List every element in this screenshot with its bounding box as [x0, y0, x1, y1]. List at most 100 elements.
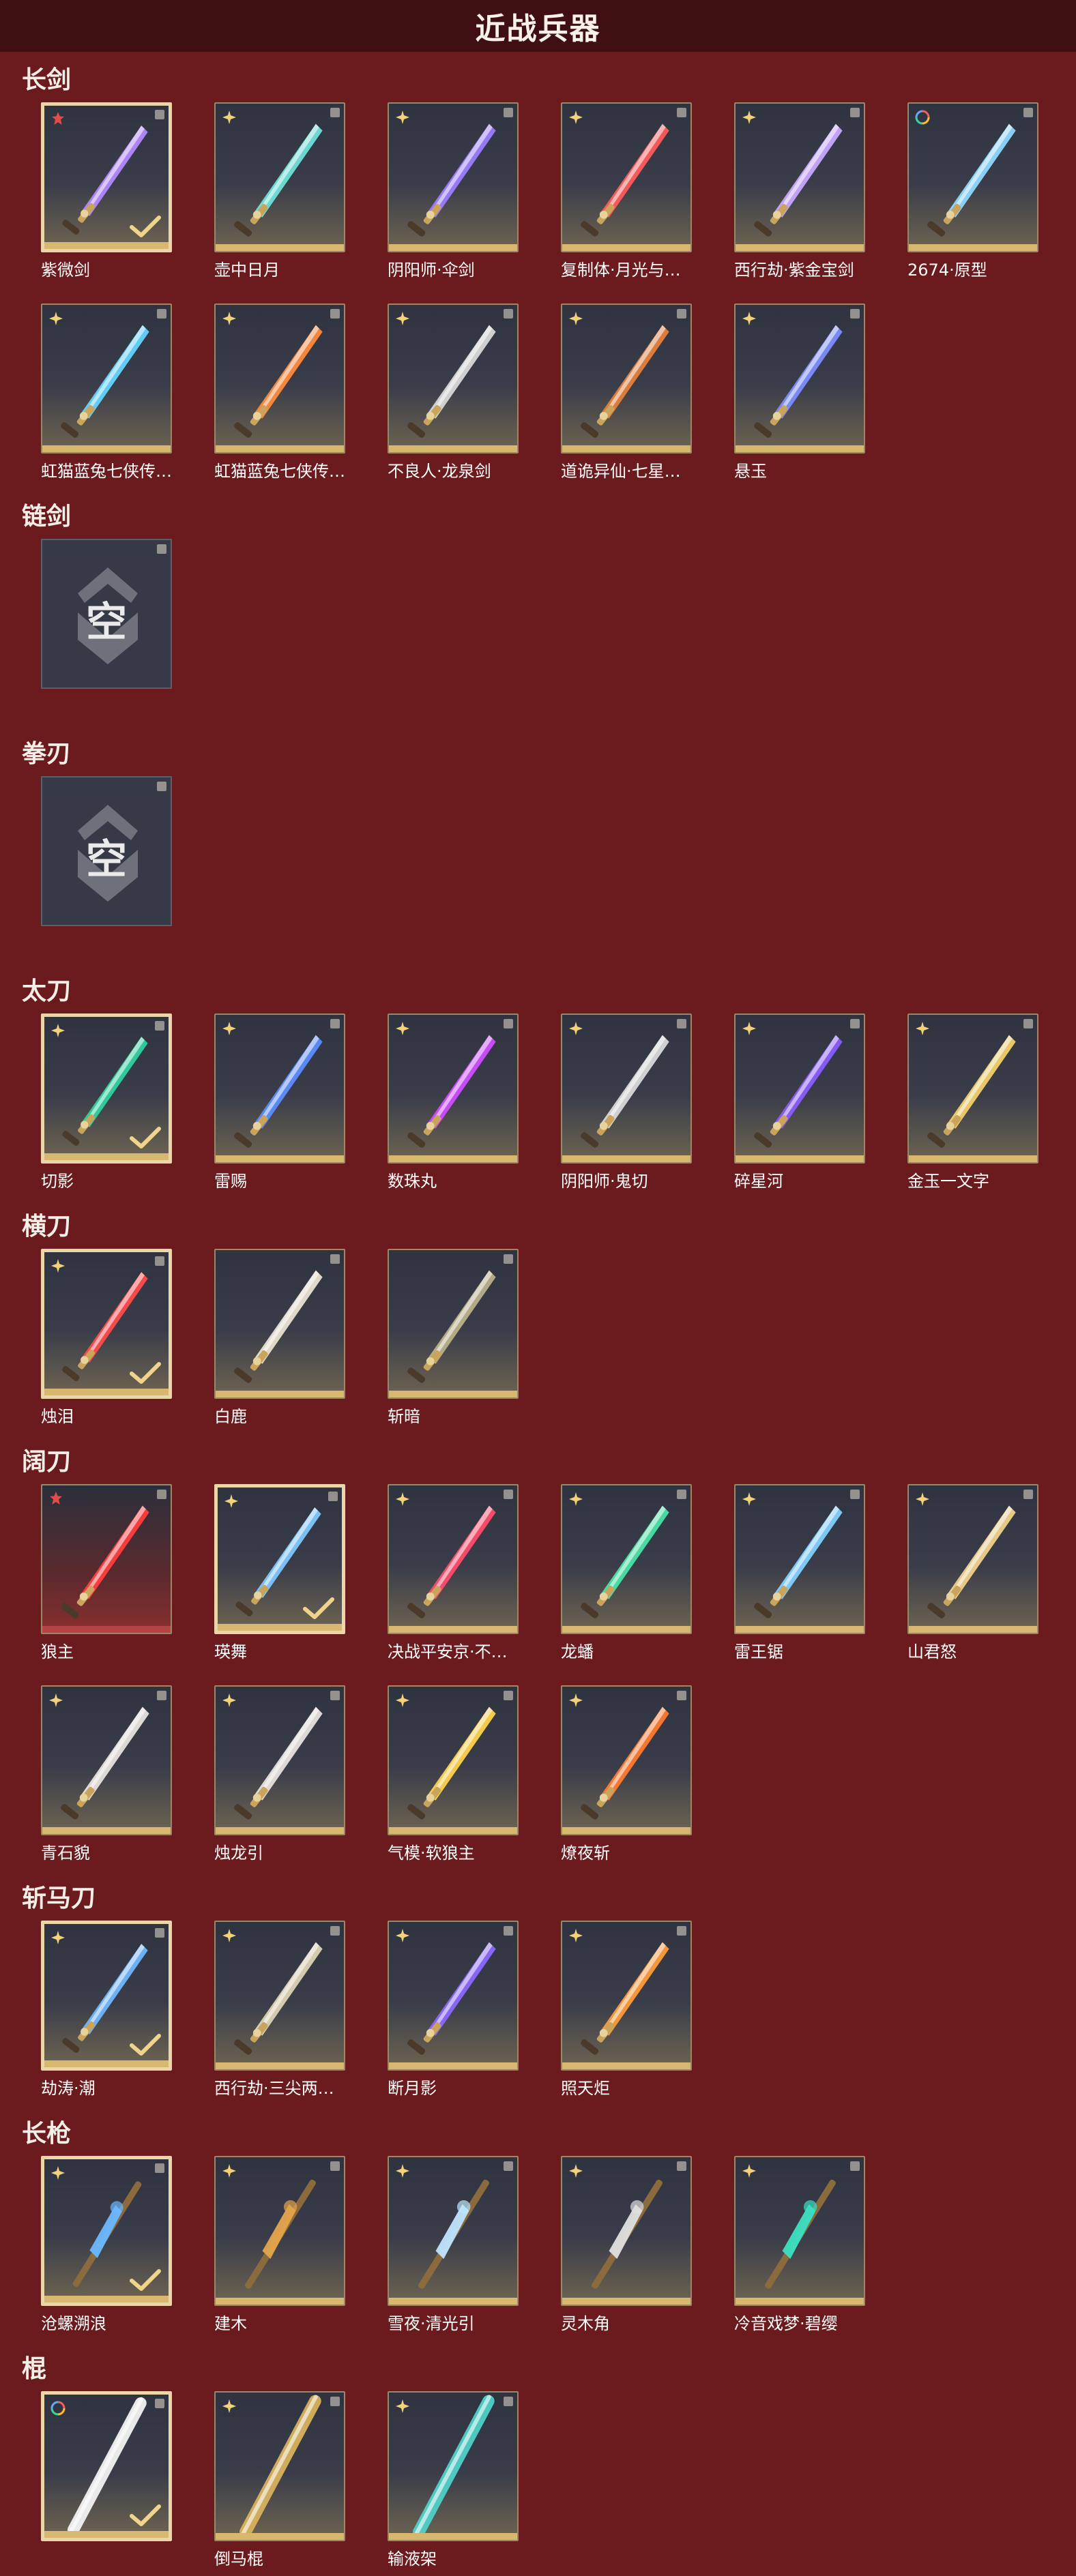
weapon-card[interactable]	[561, 1685, 692, 1835]
weapon-item[interactable]: 雪夜·清光引	[388, 2156, 519, 2334]
weapon-item[interactable]: 灵木角	[561, 2156, 692, 2334]
weapon-name: 劫涛·潮	[41, 2079, 96, 2098]
weapon-card[interactable]	[734, 1484, 865, 1634]
weapon-card[interactable]	[561, 1013, 692, 1164]
weapon-item[interactable]: 建木	[214, 2156, 345, 2334]
weapon-card[interactable]	[561, 1921, 692, 2071]
weapon-card[interactable]	[561, 2156, 692, 2306]
weapon-item[interactable]: 西行劫·紫金宝剑	[734, 102, 865, 280]
weapon-item[interactable]: 沧螺溯浪	[41, 2156, 172, 2334]
weapon-item[interactable]: 复制体·月光与黑暗	[561, 102, 692, 280]
empty-card[interactable]: 空	[41, 539, 172, 689]
weapon-card[interactable]	[41, 1249, 172, 1399]
weapon-card[interactable]	[561, 1484, 692, 1634]
weapon-item[interactable]: 西行劫·三尖两刃刀	[214, 1921, 345, 2099]
weapon-item[interactable]: 输液架	[388, 2391, 519, 2569]
weapon-item[interactable]: 瑛舞	[214, 1484, 345, 1662]
weapon-card[interactable]	[41, 2391, 172, 2541]
weapon-item[interactable]: 烛泪	[41, 1249, 172, 1427]
weapon-card[interactable]	[41, 1013, 172, 1164]
empty-card[interactable]: 空	[41, 776, 172, 926]
weapon-card[interactable]	[734, 304, 865, 454]
empty-slot[interactable]: 空	[41, 776, 172, 926]
weapon-card[interactable]	[907, 102, 1038, 252]
weapon-card[interactable]	[734, 102, 865, 252]
weapon-item[interactable]: 金玉一文字	[907, 1013, 1038, 1191]
weapon-item[interactable]: 烛龙引	[214, 1685, 345, 1863]
weapon-name: 道诡异仙·七星铜钱剑	[561, 462, 692, 481]
weapon-item[interactable]: 紫微剑	[41, 102, 172, 280]
grid-taidao: 切影 雷赐 数珠丸 阴阳师·鬼切 碎星河 金玉一文字	[41, 1013, 1076, 1191]
rarity-bar	[216, 445, 344, 452]
weapon-card[interactable]	[388, 2156, 519, 2306]
weapon-item[interactable]: 阴阳师·伞剑	[388, 102, 519, 280]
weapon-item[interactable]: 斩暗	[388, 1249, 519, 1427]
weapon-card[interactable]	[214, 1484, 345, 1634]
weapon-item[interactable]: 虹猫蓝兔七侠传·长虹...	[214, 304, 345, 482]
weapon-item[interactable]: 不良人·龙泉剑	[388, 304, 519, 482]
gold-star-icon	[394, 310, 411, 327]
weapon-item[interactable]: 狼主	[41, 1484, 172, 1662]
weapon-item[interactable]: 冷音戏梦·碧缨	[734, 2156, 865, 2334]
empty-slot[interactable]: 空	[41, 539, 172, 689]
weapon-list: 长剑 紫微剑 壶中日月 阴阳师·伞剑 复制体·月光与黑暗 西行劫·紫金宝剑 26…	[0, 60, 1076, 2576]
weapon-item[interactable]: 碎星河	[734, 1013, 865, 1191]
weapon-card[interactable]	[41, 1921, 172, 2071]
weapon-item[interactable]: 2674·原型	[907, 102, 1038, 280]
weapon-item[interactable]: 燎夜斩	[561, 1685, 692, 1863]
weapon-item[interactable]: 倒马棍	[214, 2391, 345, 2569]
weapon-card[interactable]	[388, 2391, 519, 2541]
weapon-card[interactable]	[388, 1484, 519, 1634]
weapon-item[interactable]	[41, 2391, 172, 2569]
weapon-item[interactable]: 壶中日月	[214, 102, 345, 280]
weapon-item[interactable]: 道诡异仙·七星铜钱剑	[561, 304, 692, 482]
rarity-bar	[389, 2062, 517, 2069]
weapon-item[interactable]: 切影	[41, 1013, 172, 1191]
weapon-card[interactable]	[388, 1921, 519, 2071]
weapon-card[interactable]	[41, 1685, 172, 1835]
weapon-card[interactable]	[41, 102, 172, 252]
weapon-card[interactable]	[907, 1484, 1038, 1634]
weapon-item[interactable]: 气模·软狼主	[388, 1685, 519, 1863]
weapon-item[interactable]: 决战平安京·不祥绯刃	[388, 1484, 519, 1662]
weapon-card[interactable]	[561, 102, 692, 252]
weapon-card[interactable]	[214, 2156, 345, 2306]
weapon-card[interactable]	[41, 304, 172, 454]
weapon-card[interactable]	[214, 102, 345, 252]
weapon-item[interactable]: 龙蟠	[561, 1484, 692, 1662]
weapon-item[interactable]: 虹猫蓝兔七侠传·冰魄...	[41, 304, 172, 482]
weapon-name: 阴阳师·伞剑	[388, 261, 475, 280]
weapon-item[interactable]: 雷王锯	[734, 1484, 865, 1662]
weapon-item[interactable]: 雷赐	[214, 1013, 345, 1191]
weapon-name: 青石貌	[41, 1844, 90, 1863]
weapon-card[interactable]	[388, 1249, 519, 1399]
weapon-item[interactable]: 悬玉	[734, 304, 865, 482]
weapon-card[interactable]	[214, 1013, 345, 1164]
weapon-item[interactable]: 山君怒	[907, 1484, 1038, 1662]
weapon-card[interactable]	[561, 304, 692, 454]
weapon-card[interactable]	[388, 304, 519, 454]
weapon-card[interactable]	[388, 1013, 519, 1164]
weapon-card[interactable]	[734, 1013, 865, 1164]
weapon-item[interactable]: 数珠丸	[388, 1013, 519, 1191]
weapon-card[interactable]	[214, 1685, 345, 1835]
weapon-card[interactable]	[214, 304, 345, 454]
weapon-item[interactable]: 白鹿	[214, 1249, 345, 1427]
weapon-item[interactable]: 劫涛·潮	[41, 1921, 172, 2099]
weapon-card[interactable]	[388, 1685, 519, 1835]
weapon-card[interactable]	[214, 1921, 345, 2071]
weapon-card[interactable]	[388, 102, 519, 252]
weapon-card[interactable]	[41, 1484, 172, 1634]
weapon-item[interactable]: 阴阳师·鬼切	[561, 1013, 692, 1191]
weapon-item[interactable]: 照天炬	[561, 1921, 692, 2099]
weapon-card[interactable]	[214, 2391, 345, 2541]
weapon-item[interactable]: 青石貌	[41, 1685, 172, 1863]
weapon-name: 切影	[41, 1172, 74, 1191]
weapon-card[interactable]	[41, 2156, 172, 2306]
weapon-item[interactable]: 断月影	[388, 1921, 519, 2099]
weapon-card[interactable]	[734, 2156, 865, 2306]
weapon-card[interactable]	[907, 1013, 1038, 1164]
weapon-card[interactable]	[214, 1249, 345, 1399]
corner-tag-icon	[504, 1490, 513, 1499]
